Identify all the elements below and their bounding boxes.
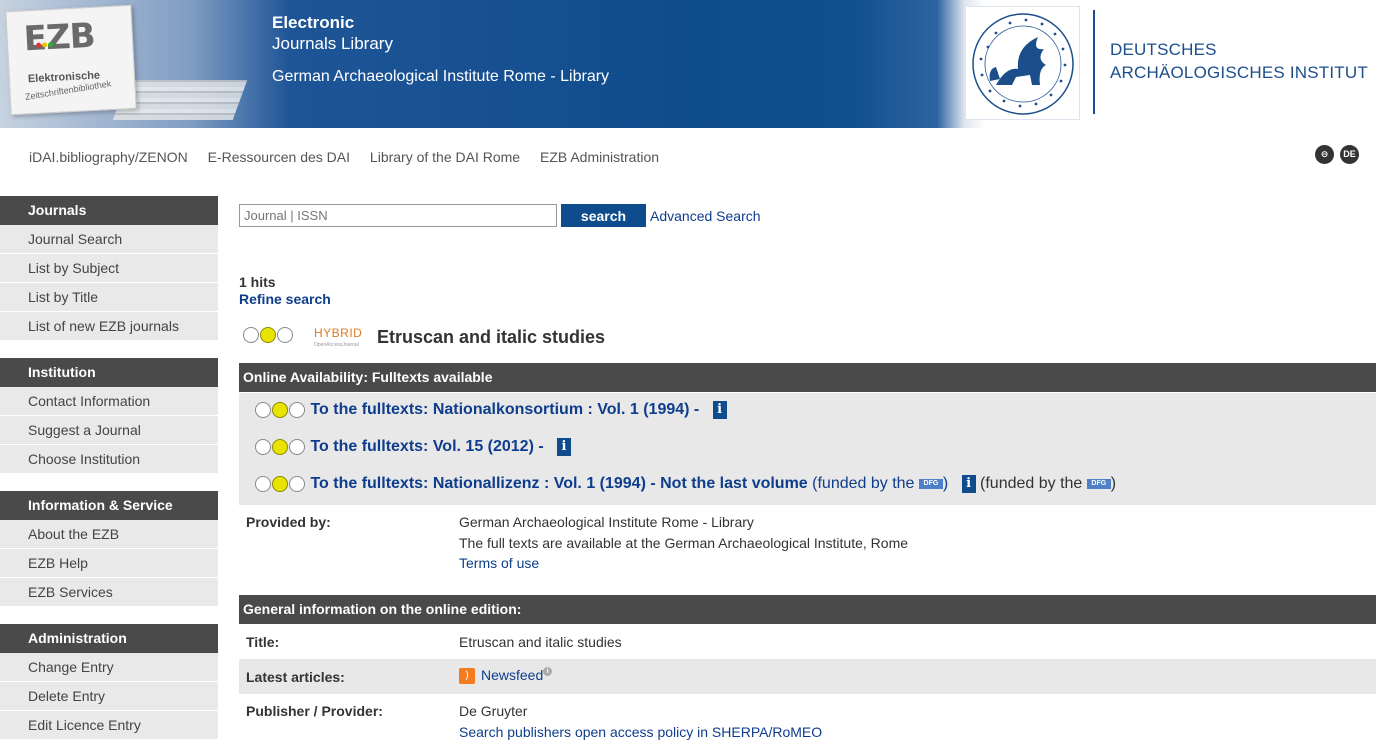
traffic-light-icon bbox=[255, 438, 306, 456]
sherpa-romeo-link[interactable]: Search publishers open access policy in … bbox=[459, 724, 822, 740]
top-utility-links: ⊖ DE bbox=[1309, 144, 1359, 164]
nav-zenon[interactable]: iDAI.bibliography/ZENON bbox=[29, 149, 188, 165]
dai-name-line2: ARCHÄOLOGISCHES INSTITUT bbox=[1110, 63, 1368, 82]
sidebar-item-contact[interactable]: Contact Information bbox=[0, 387, 218, 416]
hybrid-badge-label: HYBRID bbox=[314, 326, 363, 340]
journal-availability-lights bbox=[243, 325, 294, 349]
provided-by-label: Provided by: bbox=[246, 514, 331, 530]
fulltext-link-nationalkonsortium[interactable]: To the fulltexts: Nationalkonsortium : V… bbox=[310, 401, 699, 418]
dai-divider bbox=[1093, 10, 1095, 114]
institution-name: German Archaeological Institute Rome - L… bbox=[272, 68, 610, 85]
general-info-heading: General information on the online editio… bbox=[239, 595, 1376, 624]
hybrid-oa-badge: HYBRID OpenAccessJournal bbox=[314, 327, 362, 351]
hybrid-badge-sub: OpenAccessJournal bbox=[314, 342, 359, 348]
sidebar: Journals Journal Search List by Subject … bbox=[0, 196, 218, 740]
dfg-logo-icon: DFG bbox=[1086, 479, 1111, 489]
hit-count: 1 hits bbox=[239, 274, 276, 290]
sidebar-item-about[interactable]: About the EZB bbox=[0, 520, 218, 549]
info-icon[interactable]: i bbox=[961, 475, 976, 493]
online-availability-heading: Online Availability: Fulltexts available bbox=[239, 363, 1376, 392]
funded-note: (funded by the DFG) bbox=[812, 475, 949, 493]
search-input[interactable] bbox=[239, 204, 557, 227]
sidebar-item-list-by-title[interactable]: List by Title bbox=[0, 283, 218, 312]
sidebar-item-help[interactable]: EZB Help bbox=[0, 549, 218, 578]
language-switch-de[interactable]: DE bbox=[1340, 145, 1359, 164]
info-icon[interactable]: i bbox=[712, 401, 727, 419]
traffic-light-icon bbox=[255, 475, 306, 493]
fulltext-link-nationallizenz[interactable]: To the fulltexts: Nationallizenz : Vol. … bbox=[310, 475, 807, 492]
publisher-label: Publisher / Provider: bbox=[246, 703, 383, 719]
sidebar-heading-info: Information & Service bbox=[0, 491, 218, 520]
fulltext-link-vol15[interactable]: To the fulltexts: Vol. 15 (2012) - bbox=[310, 438, 543, 455]
latest-articles-row bbox=[239, 659, 1376, 694]
sidebar-item-new-journals[interactable]: List of new EZB journals bbox=[0, 312, 218, 341]
fulltext-row: To the fulltexts: Vol. 15 (2012) - i bbox=[255, 438, 572, 460]
fulltext-row: To the fulltexts: Nationallizenz : Vol. … bbox=[255, 475, 1116, 497]
nav-ezb-administration[interactable]: EZB Administration bbox=[540, 149, 659, 165]
sidebar-item-choose-institution[interactable]: Choose Institution bbox=[0, 445, 218, 474]
sidebar-item-edit-licence[interactable]: Edit Licence Entry bbox=[0, 711, 218, 740]
rss-icon[interactable]: ) bbox=[459, 668, 475, 685]
library-title: Electronic Journals Library bbox=[272, 12, 393, 54]
newsfeed-info-icon[interactable]: i bbox=[543, 667, 553, 676]
sidebar-item-services[interactable]: EZB Services bbox=[0, 578, 218, 607]
dai-name-line1: DEUTSCHES bbox=[1110, 40, 1217, 59]
fulltext-list: To the fulltexts: Nationalkonsortium : V… bbox=[239, 393, 1376, 505]
terms-of-use-link[interactable]: Terms of use bbox=[459, 555, 539, 571]
ezb-logo[interactable]: EZB Elektronische Zeitschriftenbibliothe… bbox=[5, 4, 137, 116]
nav-library-dai-rome[interactable]: Library of the DAI Rome bbox=[370, 149, 520, 165]
sidebar-heading-admin: Administration bbox=[0, 624, 218, 653]
ezb-logo-dots bbox=[36, 34, 55, 51]
sidebar-item-delete-entry[interactable]: Delete Entry bbox=[0, 682, 218, 711]
refine-search-link[interactable]: Refine search bbox=[239, 291, 331, 307]
sidebar-heading-institution: Institution bbox=[0, 358, 218, 387]
title-label: Title: bbox=[246, 634, 280, 650]
sidebar-item-suggest-journal[interactable]: Suggest a Journal bbox=[0, 416, 218, 445]
latest-articles-label: Latest articles: bbox=[246, 669, 345, 685]
sidebar-item-list-by-subject[interactable]: List by Subject bbox=[0, 254, 218, 283]
header-banner: EZB Elektronische Zeitschriftenbibliothe… bbox=[0, 0, 1378, 128]
sidebar-item-journal-search[interactable]: Journal Search bbox=[0, 225, 218, 254]
dfg-logo-icon: DFG bbox=[918, 479, 943, 489]
info-icon[interactable]: i bbox=[557, 438, 572, 456]
traffic-light-icon bbox=[255, 401, 306, 419]
top-nav: iDAI.bibliography/ZENON E-Ressourcen des… bbox=[29, 149, 675, 165]
dai-name[interactable]: DEUTSCHES ARCHÄOLOGISCHES INSTITUT bbox=[1110, 38, 1368, 84]
sidebar-item-change-entry[interactable]: Change Entry bbox=[0, 653, 218, 682]
search-button[interactable]: search bbox=[561, 204, 646, 227]
advanced-search-link[interactable]: Advanced Search bbox=[650, 208, 761, 224]
nav-e-ressourcen[interactable]: E-Ressourcen des DAI bbox=[208, 149, 350, 165]
library-title-line1: Electronic bbox=[272, 13, 355, 32]
traffic-light-icon bbox=[243, 326, 294, 343]
publisher-value: De Gruyter bbox=[459, 703, 528, 719]
dai-seal-logo[interactable] bbox=[965, 6, 1080, 120]
library-title-line2: Journals Library bbox=[272, 34, 393, 53]
provider-name: German Archaeological Institute Rome - L… bbox=[459, 514, 754, 530]
funded-note-2: (funded by the DFG) bbox=[980, 475, 1117, 493]
title-value: Etruscan and italic studies bbox=[459, 634, 622, 650]
journal-title: Etruscan and italic studies bbox=[377, 327, 606, 347]
print-icon[interactable]: ⊖ bbox=[1315, 145, 1334, 164]
sidebar-heading-journals: Journals bbox=[0, 196, 218, 225]
fulltext-row: To the fulltexts: Nationalkonsortium : V… bbox=[255, 401, 727, 423]
provider-note: The full texts are available at the Germ… bbox=[459, 535, 909, 551]
ezb-logo-mark: EZB bbox=[22, 15, 96, 60]
newsfeed-link[interactable]: Newsfeed bbox=[481, 667, 543, 683]
